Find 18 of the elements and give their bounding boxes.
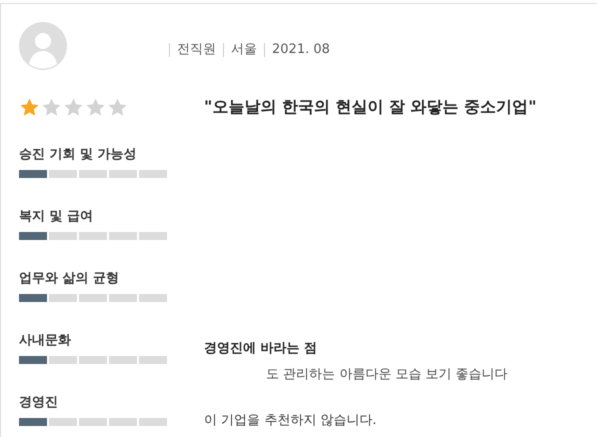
star-icon [19,96,40,118]
star-icon [107,96,128,118]
category-label: 승진 기회 및 가능성 [19,146,138,164]
star-icon [85,96,106,118]
star-icon [41,96,62,118]
meta-text: 2021. 08 [264,43,337,57]
meta-text: 서울 [223,43,264,57]
avatar-icon [19,22,67,70]
review-title: "오늘날의 한국의 현실이 잘 와닿는 중소기업" [204,96,537,118]
category-label: 경영진 [19,394,59,412]
section-heading: 경영진에 바라는 점 [204,340,318,358]
category-label: 복지 및 급여 [19,208,94,226]
category-label: 업무와 삶의 균형 [19,270,120,288]
wish-text: 도 관리하는 아름다운 모습 보기 좋습니다 [266,366,508,384]
category-label: 사내문화 [19,332,72,350]
recommendation-text: 이 기업을 추천하지 않습니다. [204,412,377,430]
star-icon [63,96,84,118]
meta-text: 전직원 [169,43,223,57]
